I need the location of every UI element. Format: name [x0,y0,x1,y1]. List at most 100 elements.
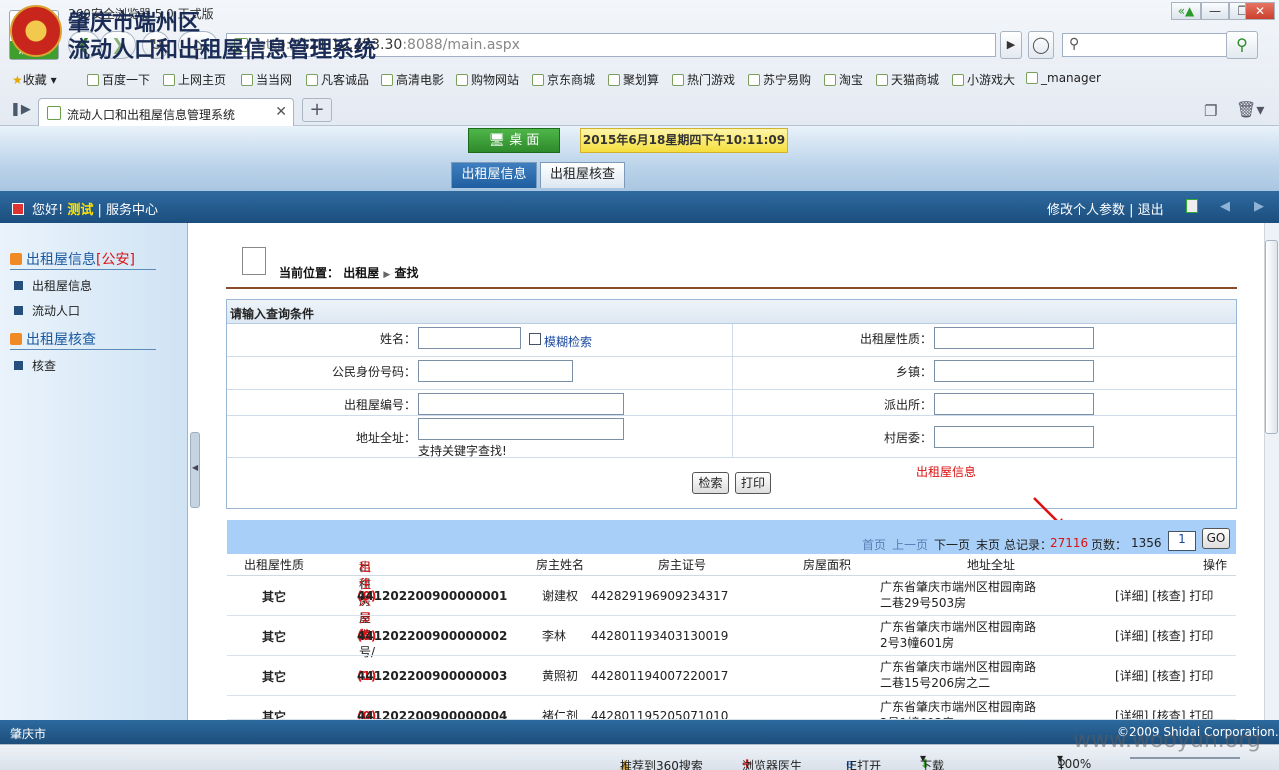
bookmark-item[interactable]: 当当网 [241,71,292,88]
house-number-input[interactable] [418,393,624,415]
arrow-left-icon[interactable]: ◀ [1220,199,1230,214]
user-icon [12,203,24,215]
search-icon: ⚲ [1069,36,1080,52]
bookmark-item[interactable]: _manager [1026,71,1101,85]
pager-first[interactable]: 首页 [862,536,886,553]
go-arrow-icon[interactable]: ▶ [1000,31,1022,59]
sidebar-item-check[interactable]: 核查 [14,357,56,374]
bookmark-item[interactable]: 苏宁易购 [748,71,811,88]
house-type-label: 出租屋性质： [859,332,932,346]
total-records-value: 27116 [1050,536,1089,550]
username: 测试 [67,203,94,218]
name-input[interactable] [418,327,521,349]
bullet-icon [14,281,23,290]
pager-last[interactable]: 末页 [976,536,1000,553]
bookmark-item[interactable]: 京东商城 [532,71,595,88]
rss-icon [10,253,22,265]
sidebar-group-check[interactable]: 出租屋核查 [10,329,96,349]
bookmark-item[interactable]: 小游戏大 [952,71,1015,88]
favorites-menu[interactable]: ★收藏 ▾ [12,71,57,88]
town-input[interactable] [934,360,1094,382]
police-station-label: 派出所： [883,398,932,412]
fuzzy-search-label[interactable]: 模糊检索 [544,333,592,350]
zoom-slider[interactable] [1130,757,1240,759]
table-row: 其它 441202200900000004 (0) 褚仁剂 44280119520… [227,696,1236,720]
tab-rental-check[interactable]: 出租屋核查 [540,162,625,188]
tab-rental-info[interactable]: 出租屋信息 [451,162,537,188]
skin-icon[interactable]: «▲ [1171,2,1201,20]
fuzzy-search-checkbox[interactable] [529,333,541,345]
new-tab-button[interactable]: + [302,98,332,122]
service-center-link[interactable]: | 服务中心 [98,203,159,218]
footer-city: 肇庆市 [10,727,47,741]
national-emblem-logo [10,5,62,57]
pager-prev[interactable]: 上一页 [892,536,928,553]
zoom-level[interactable]: ⚲ 100% ▾ [1057,751,1091,770]
close-tab-icon[interactable]: ✕ [275,104,287,120]
sidebar-toggle-icon[interactable]: ❚▶ [10,102,31,117]
sidebar-item-floating-population[interactable]: 流动人口 [14,302,80,319]
search-button[interactable]: ⚲ [1226,31,1258,59]
app-title-system: 流动人口和出租屋信息管理系统 [68,37,377,63]
document-icon [242,247,266,275]
row-actions[interactable]: [详细] [核查] 打印 [1115,587,1213,604]
page-icon [47,106,61,120]
total-records-label: 总记录： [1004,538,1053,552]
row-actions[interactable]: [详细] [核查] 打印 [1115,627,1213,644]
id-number-input[interactable] [418,360,573,382]
pager-bar: 首页 上一页 下一页 末页 总记录： 27116 页数： 1356 [227,520,1236,554]
go-button[interactable]: GO [1202,528,1230,549]
bookmark-item[interactable]: 凡客诚品 [306,71,369,88]
sidebar-splitter[interactable]: ◀ [190,432,200,508]
scrollbar-thumb[interactable] [1265,240,1278,434]
id-number-label: 公民身份号码： [331,365,416,379]
user-links[interactable]: 修改个人参数 | 退出 [1047,199,1164,218]
bookmark-item[interactable]: 热门游戏 [672,71,735,88]
sidebar-item-rental-info[interactable]: 出租屋信息 [14,277,92,294]
bookmark-item[interactable]: 百度一下 [87,71,150,88]
village-label: 村居委： [883,431,932,445]
page-count-value: 1356 [1131,536,1162,550]
pager-next[interactable]: 下一页 [934,536,970,553]
page-number-input[interactable]: 1 [1168,531,1196,551]
date-display: 2015年6月18星期四下午10:11:09 [580,128,788,153]
police-station-input[interactable] [934,393,1094,415]
sidebar-group-rental[interactable]: 出租屋信息[公安] [10,249,135,269]
table-row: 其它 441202200900000001 (0) 谢建权 44282919690… [227,576,1236,616]
search-button[interactable]: 检索 [692,472,729,494]
print-button[interactable]: 打印 [735,472,771,494]
bookmarks-bar: ★收藏 ▾ 百度一下 上网主页 当当网 凡客诚品 高清电影 购物网站 京东商城 … [0,66,1279,90]
bookmark-item[interactable]: 上网主页 [163,71,226,88]
row-actions[interactable]: [详细] [核查] 打印 [1115,667,1213,684]
trash-icon[interactable]: 🗑▾ [1236,100,1264,119]
browser-tab[interactable]: 流动人口和出租屋信息管理系统 ✕ [38,98,294,126]
arrow-right-icon[interactable]: ▶ [1254,199,1264,214]
close-window-button[interactable]: ✕ [1245,2,1275,20]
chevron-right-icon: ▶ [383,270,391,280]
bookmark-item[interactable]: 高清电影 [381,71,444,88]
house-type-input[interactable] [934,327,1094,349]
name-label: 姓名： [379,332,416,346]
address-label: 地址全址： [355,431,416,445]
address-input[interactable] [418,418,624,440]
user-bar: 您好! 测试 | 服务中心 修改个人参数 | 退出 ◀ ▶ [0,191,1279,223]
village-input[interactable] [934,426,1094,448]
desktop-button[interactable]: 🖥 桌 面 [468,128,560,153]
collapse-arrow-icon: ◀ [192,463,199,472]
shield-icon[interactable]: ◯ [1028,31,1054,59]
bookmark-item[interactable]: 聚划算 [608,71,659,88]
row-actions[interactable]: [详细] [核查] 打印 [1115,707,1213,719]
breadcrumb-item[interactable]: 出租屋 [343,266,379,280]
bookmark-item[interactable]: 淘宝 [824,71,863,88]
watermark-text: www.wooyun.org [1073,728,1261,753]
bullet-icon [14,361,23,370]
bullet-icon [14,306,23,315]
minimize-button[interactable]: — [1201,2,1229,20]
tab-list-icon[interactable]: ❐ [1204,102,1217,120]
breadcrumb: 当前位置： 出租屋 ▶ 查找 [279,266,419,280]
download-link[interactable]: ⬇ 下载 ▾ [920,751,944,770]
refresh-page-icon[interactable] [1186,199,1198,213]
table-header: 出租屋性质 出租房屋编号/租住人员数 房主姓名 房主证号 房屋面积 地址全址 操… [227,554,1236,659]
bookmark-item[interactable]: 购物网站 [456,71,519,88]
bookmark-item[interactable]: 天猫商城 [876,71,939,88]
